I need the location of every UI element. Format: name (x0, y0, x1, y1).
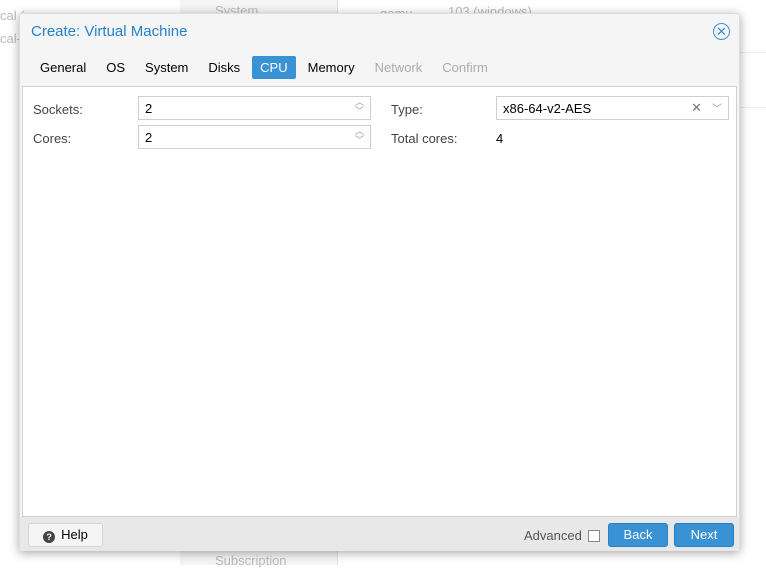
sockets-input[interactable]: 2 ︿ ﹀ (138, 96, 371, 120)
cores-input[interactable]: 2 ︿ ﹀ (138, 125, 371, 149)
type-label: Type: (391, 102, 423, 117)
help-label: Help (61, 527, 88, 542)
bg-menu-subscription: Subscription (215, 553, 287, 568)
cores-label: Cores: (33, 131, 72, 146)
chevron-down-icon[interactable]: ﹀ (712, 100, 722, 115)
total-cores-label: Total cores: (391, 131, 458, 146)
cores-value: 2 (145, 130, 153, 145)
sockets-label: Sockets: (33, 102, 83, 117)
sockets-value: 2 (145, 101, 153, 116)
tab-confirm: Confirm (442, 60, 488, 75)
tab-cpu[interactable]: CPU (252, 56, 296, 79)
dialog-footer: ? Help Advanced Back Next (20, 517, 739, 551)
cpu-type-value: x86-64-v2-AES (503, 101, 592, 116)
create-vm-dialog: Create: Virtual Machine ✕ General OS Sys… (19, 13, 740, 551)
help-button[interactable]: ? Help (28, 523, 103, 547)
advanced-checkbox[interactable] (588, 530, 600, 542)
advanced-label: Advanced (524, 528, 582, 543)
tab-system[interactable]: System (137, 56, 196, 79)
tab-network: Network (374, 60, 423, 75)
tab-memory[interactable]: Memory (300, 56, 363, 79)
clear-icon[interactable]: ✕ (691, 100, 702, 116)
spinner-icon[interactable]: ︿ ﹀ (355, 98, 364, 116)
cpu-type-select[interactable]: x86-64-v2-AES ✕ ﹀ (496, 96, 729, 120)
wizard-tabs: General OS System Disks CPU Memory Netwo… (32, 56, 496, 79)
next-button[interactable]: Next (674, 523, 734, 547)
close-icon[interactable]: ✕ (713, 23, 730, 40)
question-icon: ? (43, 531, 56, 543)
spinner-icon[interactable]: ︿ ﹀ (355, 127, 364, 145)
cpu-panel: Sockets: 2 ︿ ﹀ Cores: 2 ︿ ﹀ Type: x86-64-v… (22, 86, 737, 517)
back-button[interactable]: Back (608, 523, 668, 547)
tab-os[interactable]: OS (98, 56, 133, 79)
dialog-title: Create: Virtual Machine (31, 23, 188, 40)
tab-general[interactable]: General (32, 56, 94, 79)
total-cores-value: 4 (496, 131, 504, 146)
tab-disks[interactable]: Disks (200, 56, 248, 79)
